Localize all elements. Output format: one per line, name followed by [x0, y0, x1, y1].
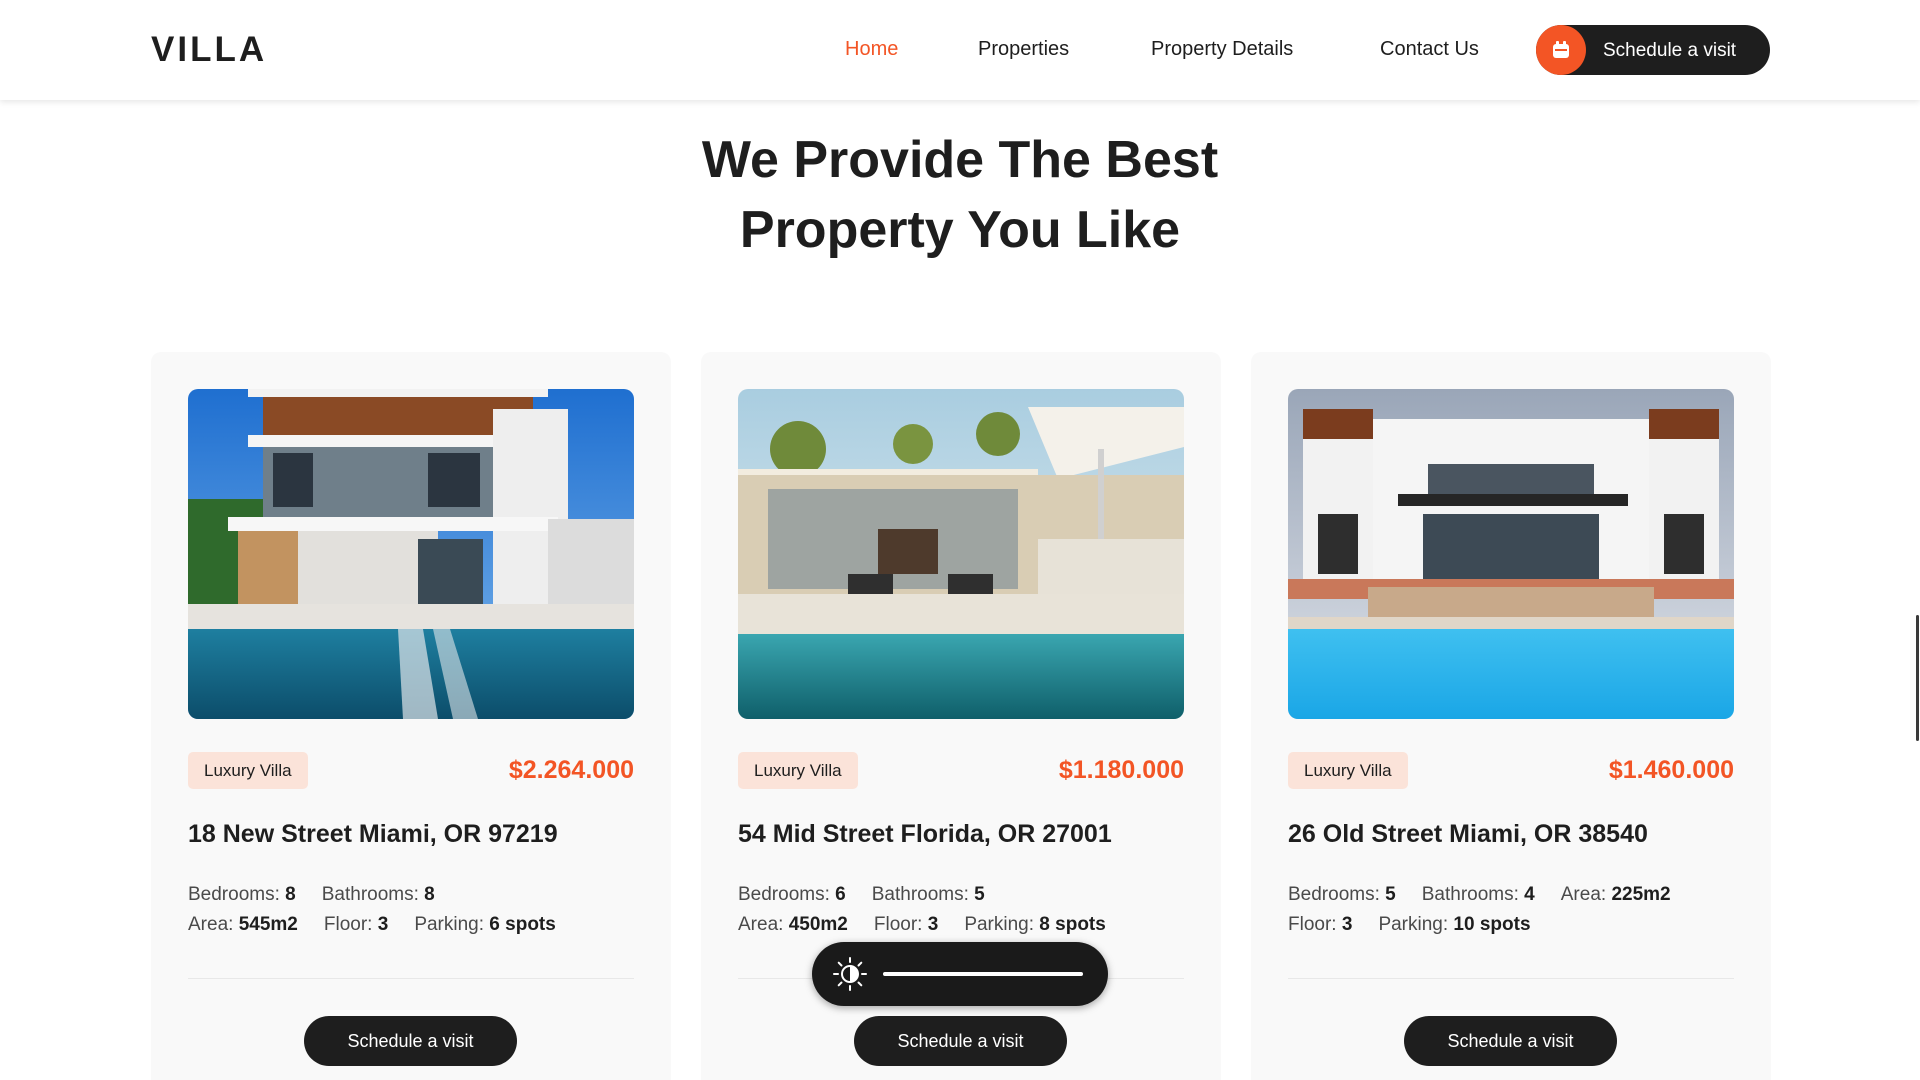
site-header: VILLA Home Properties Property Details C… [0, 0, 1920, 100]
nav-contact-us[interactable]: Contact Us [1380, 38, 1479, 61]
schedule-visit-button[interactable]: Schedule a visit [854, 1016, 1067, 1066]
spec-parking: Parking: 6 spots [414, 914, 556, 935]
property-category-tag: Luxury Villa [188, 752, 308, 789]
property-image[interactable] [738, 389, 1184, 719]
schedule-visit-button[interactable]: Schedule a visit [1404, 1016, 1617, 1066]
property-category-tag: Luxury Villa [738, 752, 858, 789]
spec-parking: Parking: 8 spots [964, 914, 1106, 935]
spec-area: Area: 545m2 [188, 914, 298, 935]
property-address[interactable]: 26 Old Street Miami, OR 38540 [1288, 820, 1648, 849]
property-address[interactable]: 54 Mid Street Florida, OR 27001 [738, 820, 1112, 849]
scrollbar-thumb[interactable] [1916, 615, 1919, 741]
property-specs: Bedrooms: 5 Bathrooms: 4 Area: 225m2 Floor… [1288, 880, 1734, 940]
site-logo[interactable]: VILLA [151, 30, 267, 70]
property-card: Luxury Villa $2.264.000 18 New Street Mi… [151, 352, 671, 1080]
card-divider [1288, 978, 1734, 979]
property-card: Luxury Villa $1.460.000 26 Old Street Mi… [1251, 352, 1771, 1080]
spec-area: Area: 450m2 [738, 914, 848, 935]
spec-parking: Parking: 10 spots [1378, 914, 1531, 935]
spec-bedrooms: Bedrooms: 6 [738, 884, 846, 905]
card-divider [188, 978, 634, 979]
heading-line-2: Property You Like [739, 201, 1181, 259]
property-image[interactable] [188, 389, 634, 719]
brightness-slider[interactable] [883, 972, 1083, 976]
property-specs: Bedrooms: 6 Bathrooms: 5 Area: 450m2 Floor… [738, 880, 1184, 940]
nav-home[interactable]: Home [845, 38, 898, 61]
heading-line-1: We Provide The Best [701, 131, 1219, 189]
spec-bedrooms: Bedrooms: 5 [1288, 884, 1396, 905]
nav-property-details[interactable]: Property Details [1151, 38, 1293, 61]
spec-area: Area: 225m2 [1560, 884, 1671, 905]
property-price: $1.180.000 [1058, 756, 1184, 784]
spec-bathrooms: Bathrooms: 8 [321, 884, 435, 905]
property-address[interactable]: 18 New Street Miami, OR 97219 [188, 820, 558, 849]
property-image[interactable] [1288, 389, 1734, 719]
spec-floor: Floor: 3 [1288, 914, 1353, 935]
schedule-visit-button[interactable]: Schedule a visit [304, 1016, 517, 1066]
spec-bedrooms: Bedrooms: 8 [188, 884, 296, 905]
schedule-visit-label: Schedule a visit [1603, 40, 1737, 61]
property-category-tag: Luxury Villa [1288, 752, 1408, 789]
property-price: $2.264.000 [508, 756, 634, 784]
calendar-icon-circle [1536, 25, 1586, 75]
spec-floor: Floor: 3 [323, 914, 389, 935]
spec-floor: Floor: 3 [873, 914, 939, 935]
spec-bathrooms: Bathrooms: 5 [871, 884, 985, 905]
brightness-icon [833, 957, 867, 991]
property-price: $1.460.000 [1608, 756, 1734, 784]
header-schedule-visit-button[interactable]: Schedule a visit [1536, 25, 1770, 75]
section-heading: We Provide The Best Property You Like [560, 125, 1360, 265]
brightness-control [812, 942, 1108, 1006]
nav-properties[interactable]: Properties [978, 38, 1069, 61]
property-specs: Bedrooms: 8 Bathrooms: 8 Area: 545m2 Floor… [188, 880, 634, 940]
spec-bathrooms: Bathrooms: 4 [1421, 884, 1535, 905]
calendar-icon [1553, 41, 1569, 58]
